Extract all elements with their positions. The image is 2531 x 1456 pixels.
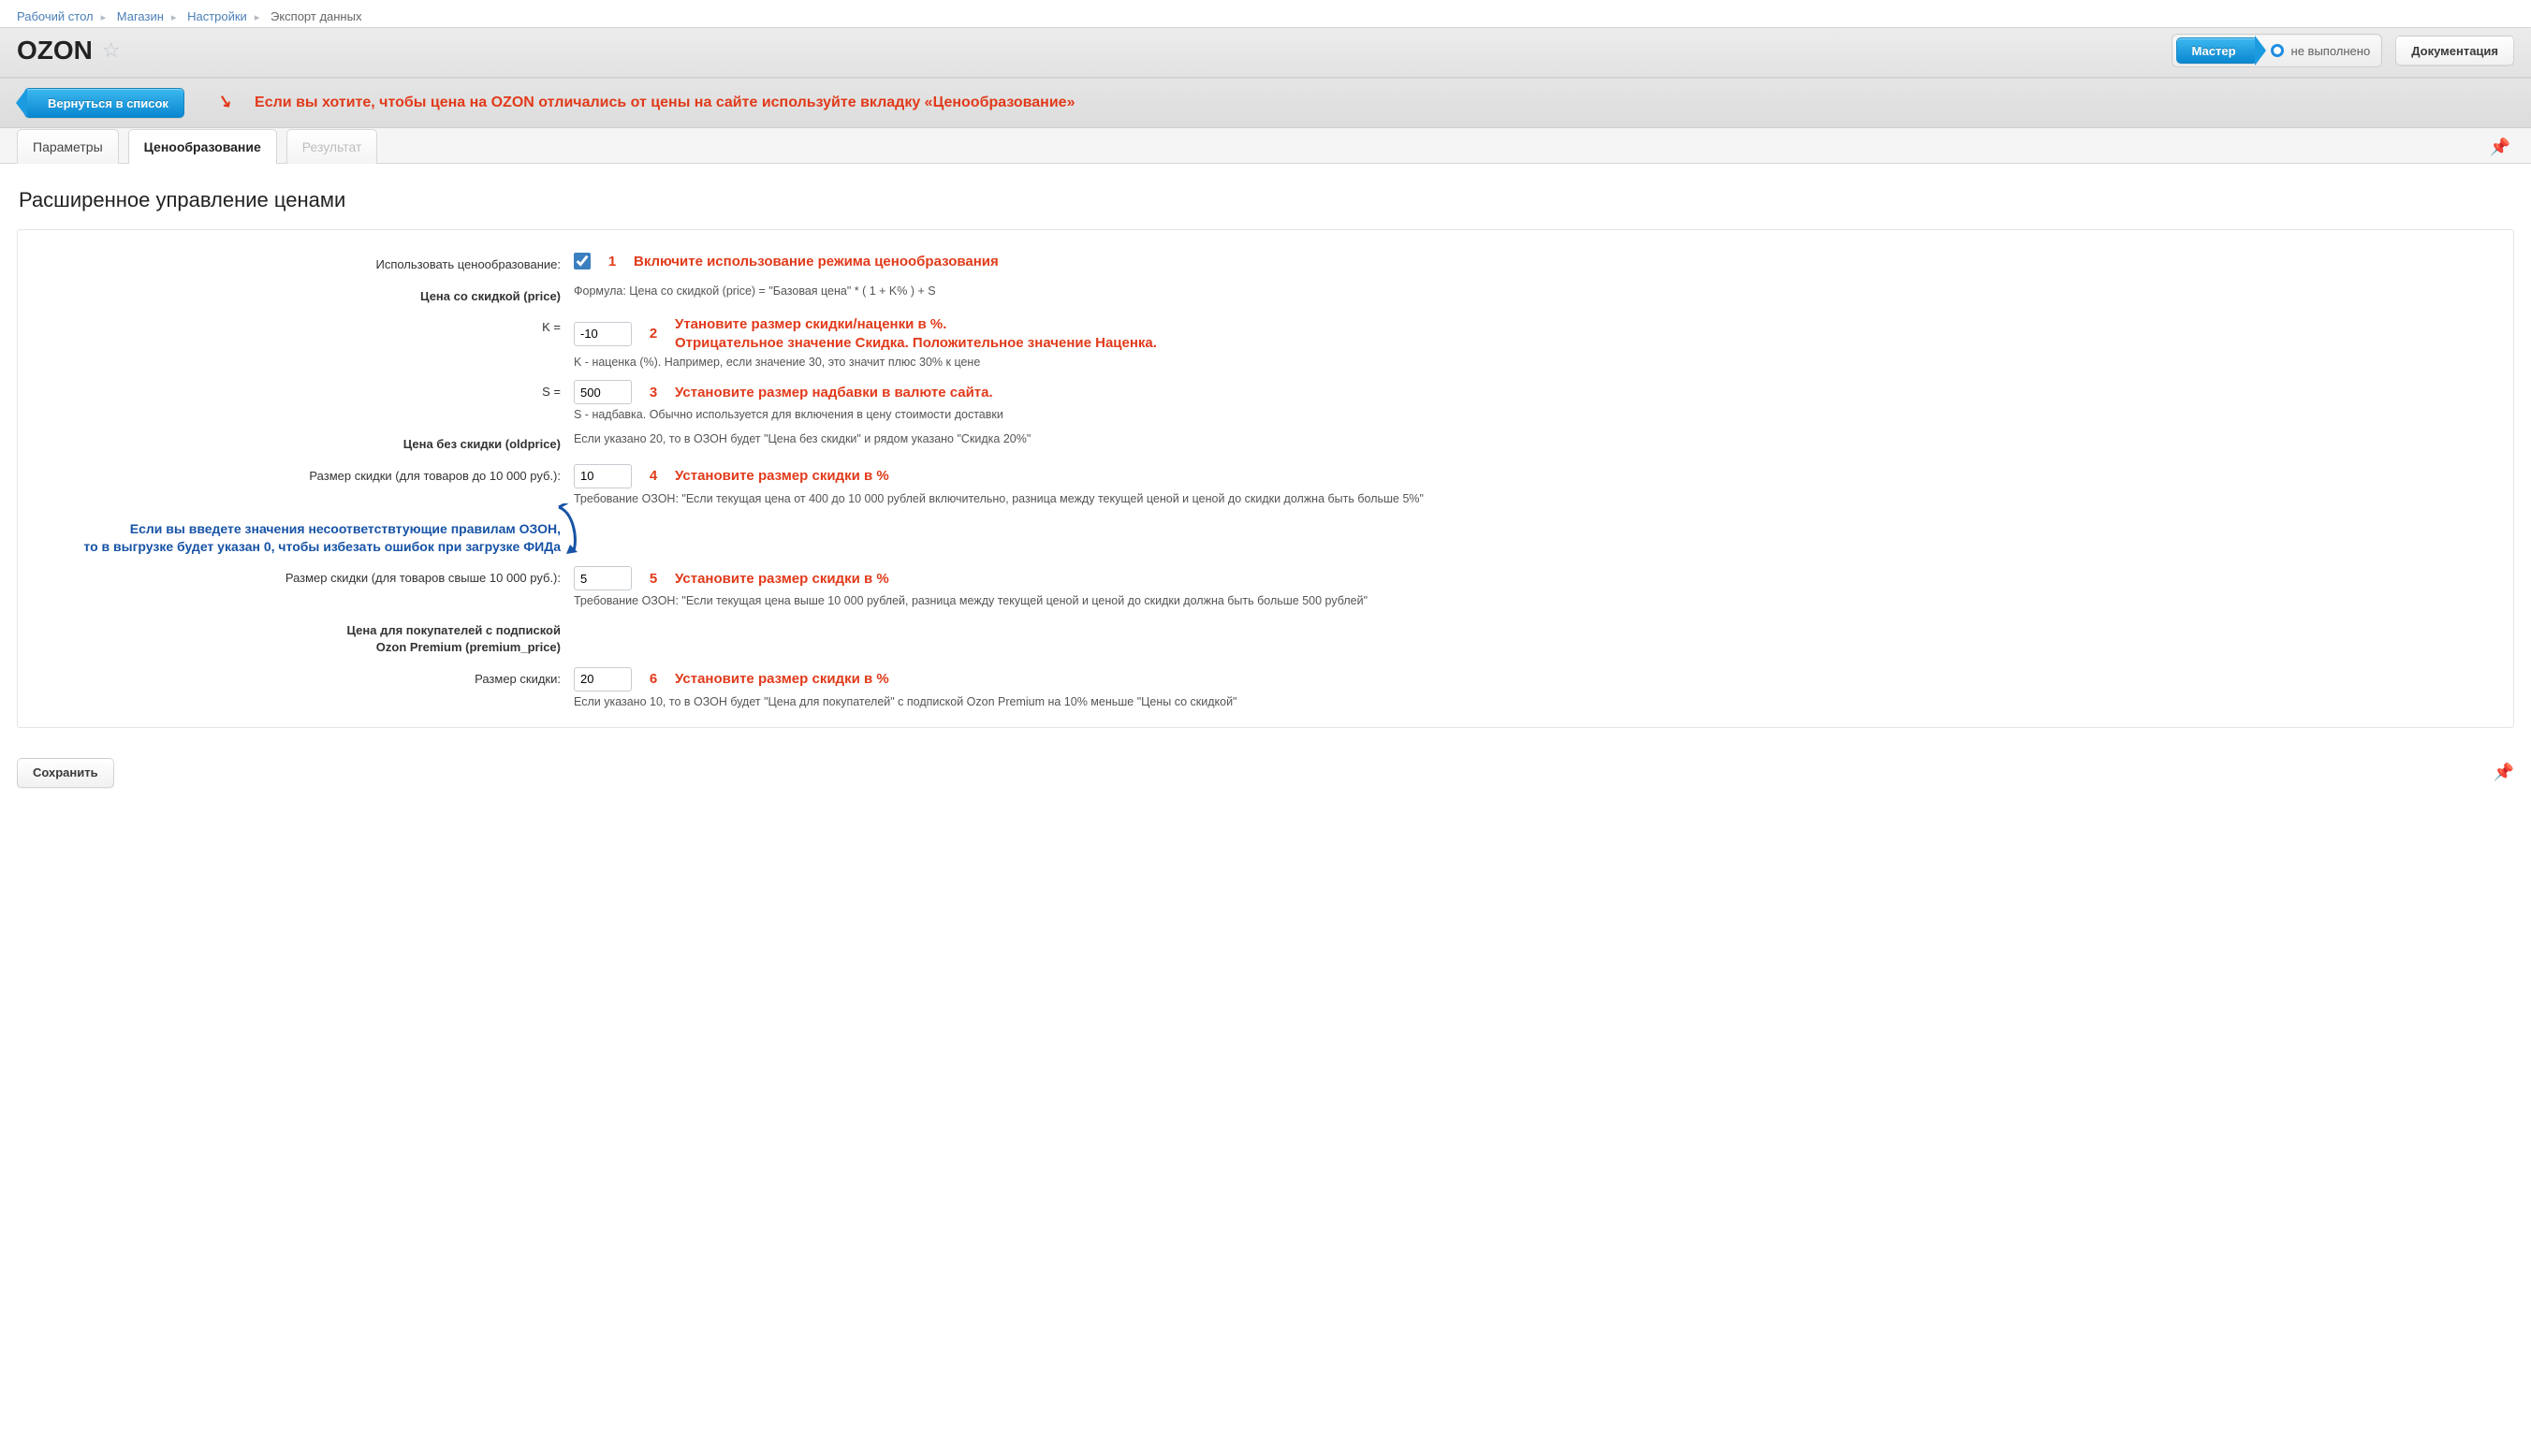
label-premium-1: Цена для покупателей с подпиской bbox=[347, 623, 561, 637]
blue-hint-line1: Если вы введете значения несоответствтую… bbox=[130, 521, 561, 536]
anno-text-3: Установите размер надбавки в валюте сайт… bbox=[675, 385, 993, 400]
arrow-red-icon: ↘ bbox=[216, 90, 234, 112]
tabs: Параметры Ценообразование Результат 📌 bbox=[0, 128, 2531, 164]
oldprice-hint: Если указано 20, то в ОЗОН будет "Цена б… bbox=[574, 432, 2494, 445]
crumb-settings[interactable]: Настройки bbox=[187, 9, 247, 23]
use-pricing-checkbox[interactable] bbox=[574, 253, 591, 269]
anno-text-5: Установите размер скидки в % bbox=[675, 571, 889, 587]
label-premium-disc: Размер скидки: bbox=[37, 667, 561, 688]
anno-text-2a: Утановите размер скидки/наценки в %. bbox=[675, 316, 946, 332]
save-button[interactable]: Сохранить bbox=[17, 758, 114, 788]
docs-button[interactable]: Документация bbox=[2395, 36, 2514, 66]
premium-disc-input[interactable] bbox=[574, 667, 632, 692]
label-premium-2: Ozon Premium (premium_price) bbox=[376, 640, 561, 654]
anno-num-1: 1 bbox=[604, 254, 621, 269]
breadcrumb: Рабочий стол ▸ Магазин ▸ Настройки ▸ Экспор… bbox=[0, 0, 2531, 27]
anno-num-6: 6 bbox=[645, 671, 662, 687]
label-use-pricing: Использовать ценообразование: bbox=[37, 253, 561, 273]
chevron-right-icon: ▸ bbox=[255, 12, 260, 23]
label-disc-low: Размер скидки (для товаров до 10 000 руб… bbox=[37, 464, 561, 485]
star-icon[interactable]: ☆ bbox=[102, 38, 121, 63]
status-text: не выполнено bbox=[2291, 44, 2378, 58]
anno-num-5: 5 bbox=[645, 571, 662, 587]
chevron-right-icon: ▸ bbox=[101, 12, 107, 23]
pin-icon[interactable]: 📌 bbox=[2490, 138, 2510, 157]
label-oldprice: Цена без скидки (oldprice) bbox=[37, 432, 561, 453]
anno-num-2: 2 bbox=[645, 326, 662, 342]
blue-hint-line2: то в выгрузке будет указан 0, чтобы избе… bbox=[83, 539, 561, 554]
tab-pricing[interactable]: Ценообразование bbox=[128, 129, 277, 164]
back-button[interactable]: Вернуться в список bbox=[24, 88, 184, 118]
tab-result: Результат bbox=[286, 129, 378, 164]
status-dot-icon bbox=[2271, 44, 2284, 57]
disc-low-input[interactable] bbox=[574, 464, 632, 488]
s-input[interactable] bbox=[574, 380, 632, 404]
anno-num-3: 3 bbox=[645, 385, 662, 400]
disc-low-req: Требование ОЗОН: "Если текущая цена от 4… bbox=[574, 492, 2494, 505]
s-hint: S - надбавка. Обычно используется для вк… bbox=[574, 408, 2494, 421]
page-title: OZON bbox=[17, 36, 93, 66]
label-k: K = bbox=[37, 315, 561, 336]
k-input[interactable] bbox=[574, 322, 632, 346]
crumb-shop[interactable]: Магазин bbox=[117, 9, 164, 23]
anno-num-4: 4 bbox=[645, 468, 662, 484]
anno-text-2b: Отрицательное значение Скидка. Положител… bbox=[675, 335, 1157, 351]
formula-text: Формула: Цена со скидкой (price) = "Базо… bbox=[574, 284, 2494, 298]
chevron-right-icon: ▸ bbox=[171, 12, 177, 23]
crumb-current: Экспорт данных bbox=[271, 9, 361, 23]
k-hint: K - наценка (%). Например, если значение… bbox=[574, 356, 2494, 369]
tab-params[interactable]: Параметры bbox=[17, 129, 119, 164]
anno-text-4: Установите размер скидки в % bbox=[675, 468, 889, 484]
banner-text: Если вы хотите, чтобы цена на OZON отлич… bbox=[255, 95, 2514, 111]
label-disc-high: Размер скидки (для товаров свыше 10 000 … bbox=[37, 566, 561, 587]
anno-text-1: Включите использование режима ценообразо… bbox=[634, 254, 999, 269]
crumb-desktop[interactable]: Рабочий стол bbox=[17, 9, 94, 23]
label-price: Цена со скидкой (price) bbox=[37, 284, 561, 305]
master-status-box: Мастер не выполнено bbox=[2172, 34, 2383, 67]
disc-high-req: Требование ОЗОН: "Если текущая цена выше… bbox=[574, 594, 2494, 607]
anno-text-2: Утановите размер скидки/наценки в %. Отр… bbox=[675, 315, 1157, 352]
pin-icon[interactable]: 📌 bbox=[2494, 763, 2514, 782]
disc-high-input[interactable] bbox=[574, 566, 632, 590]
label-s: S = bbox=[37, 380, 561, 400]
label-premium: Цена для покупателей с подпиской Ozon Pr… bbox=[37, 619, 561, 655]
anno-text-6: Установите размер скидки в % bbox=[675, 671, 889, 687]
pricing-panel: Использовать ценообразование: 1 Включите… bbox=[17, 229, 2514, 728]
premium-hint: Если указано 10, то в ОЗОН будет "Цена д… bbox=[574, 695, 2494, 708]
section-title: Расширенное управление ценами bbox=[19, 188, 2514, 212]
master-button[interactable]: Мастер bbox=[2176, 37, 2258, 64]
blue-hint: Если вы введете значения несоответствтую… bbox=[37, 517, 561, 556]
